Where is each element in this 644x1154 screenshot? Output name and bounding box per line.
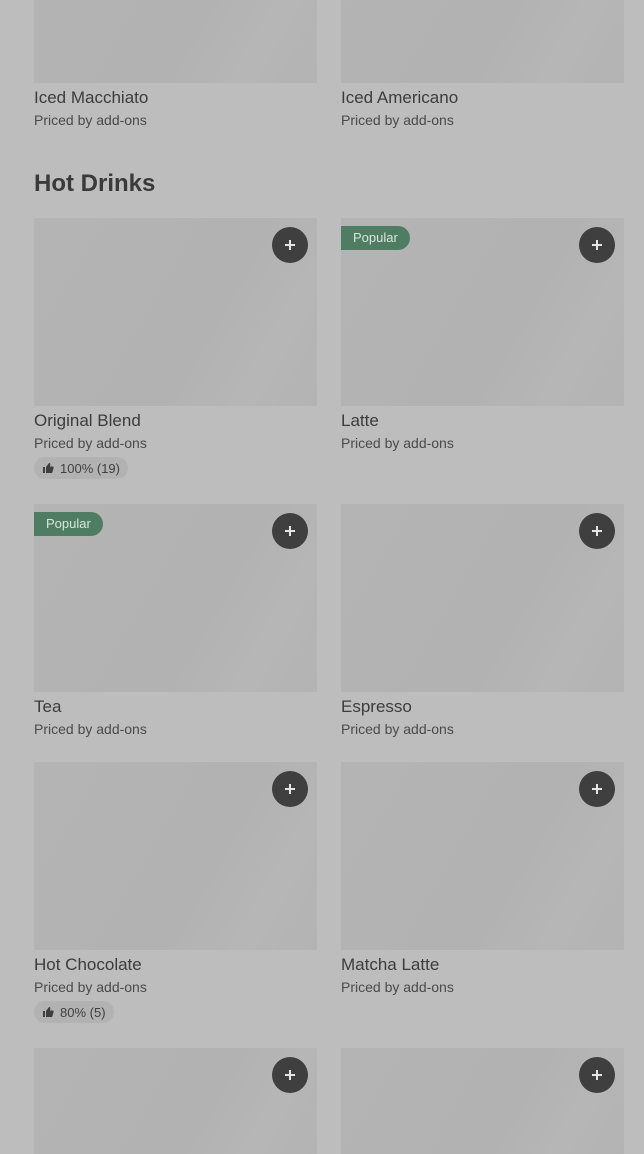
rating-text: 80% (5) [60, 1004, 106, 1020]
item-image [34, 762, 317, 950]
menu-page: Iced Macchiato Priced by add-ons Iced Am… [0, 0, 644, 1154]
item-name: Latte [341, 411, 379, 430]
add-button[interactable] [272, 513, 308, 549]
plus-icon [285, 784, 295, 794]
add-button[interactable] [579, 1057, 615, 1093]
plus-icon [592, 240, 602, 250]
add-button[interactable] [272, 1057, 308, 1093]
item-image [34, 218, 317, 406]
item-name: Original Blend [34, 411, 141, 430]
rating-badge: 100% (19) [34, 457, 128, 479]
item-price: Priced by add-ons [34, 721, 147, 737]
item-name: Iced Americano [341, 88, 459, 107]
item-image [341, 0, 624, 83]
item-image: Popular [341, 218, 624, 406]
item-name: Espresso [341, 697, 412, 716]
menu-item-card[interactable] [34, 1048, 317, 1154]
plus-icon [285, 1070, 295, 1080]
item-name: Iced Macchiato [34, 88, 149, 107]
thumbs-up-icon [43, 463, 54, 473]
item-image [341, 1048, 624, 1154]
item-image [341, 762, 624, 950]
item-price: Priced by add-ons [34, 979, 147, 995]
menu-item-card[interactable]: Iced Macchiato Priced by add-ons [34, 0, 317, 130]
item-price: Priced by add-ons [341, 112, 454, 128]
item-price: Priced by add-ons [341, 721, 454, 737]
add-button[interactable] [272, 227, 308, 263]
plus-icon [285, 526, 295, 536]
menu-item-card[interactable]: Espresso Priced by add-ons [341, 504, 624, 739]
thumbs-up-icon [43, 1007, 54, 1017]
rating-badge: 80% (5) [34, 1001, 114, 1023]
menu-item-card[interactable]: Matcha Latte Priced by add-ons [341, 762, 624, 997]
menu-item-card[interactable]: Popular Tea Priced by add-ons [34, 504, 317, 739]
item-price: Priced by add-ons [341, 435, 454, 451]
add-button[interactable] [272, 771, 308, 807]
menu-item-card[interactable]: Original Blend Priced by add-ons 100% (1… [34, 218, 317, 479]
plus-icon [592, 784, 602, 794]
item-name: Tea [34, 697, 62, 716]
item-image [341, 504, 624, 692]
item-price: Priced by add-ons [34, 435, 147, 451]
add-button[interactable] [579, 227, 615, 263]
plus-icon [592, 526, 602, 536]
menu-item-card[interactable]: Iced Americano Priced by add-ons [341, 0, 624, 130]
plus-icon [285, 240, 295, 250]
item-price: Priced by add-ons [34, 112, 147, 128]
item-image [34, 0, 317, 83]
plus-icon [592, 1070, 602, 1080]
item-name: Hot Chocolate [34, 955, 142, 974]
item-image: Popular [34, 504, 317, 692]
item-price: Priced by add-ons [341, 979, 454, 995]
popular-badge: Popular [34, 512, 103, 536]
item-image [34, 1048, 317, 1154]
menu-item-card[interactable] [341, 1048, 624, 1154]
add-button[interactable] [579, 513, 615, 549]
section-title: Hot Drinks [34, 170, 156, 197]
menu-item-card[interactable]: Popular Latte Priced by add-ons [341, 218, 624, 453]
item-name: Matcha Latte [341, 955, 440, 974]
add-button[interactable] [579, 771, 615, 807]
popular-badge: Popular [341, 226, 410, 250]
rating-text: 100% (19) [60, 460, 120, 476]
menu-item-card[interactable]: Hot Chocolate Priced by add-ons 80% (5) [34, 762, 317, 1023]
